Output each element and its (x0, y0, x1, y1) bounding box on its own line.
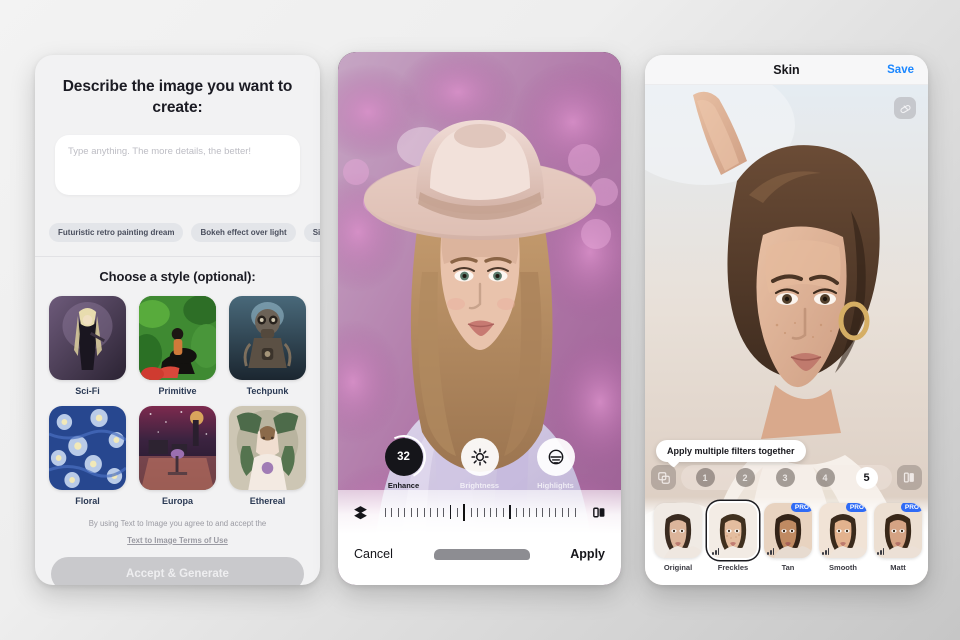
highlights-icon (548, 449, 563, 465)
layers-icon[interactable] (352, 504, 369, 521)
compare-icon (903, 472, 914, 483)
suggestion-chip[interactable]: Si (303, 222, 320, 242)
intensity-steps: 1 2 3 4 5 (681, 465, 892, 490)
style-section-title: Choose a style (optional): (99, 268, 256, 284)
style-option-primitive[interactable]: Primitive (139, 295, 216, 396)
filter-label: Freckles (717, 563, 749, 572)
terms-block: By using Text to Image you agree to and … (35, 518, 320, 548)
style-thumbnail-techpunk (229, 295, 306, 380)
pro-badge: PRO (900, 503, 922, 512)
style-thumbnail-ethereal (229, 405, 306, 490)
accept-and-generate-button[interactable]: Accept & Generate (51, 556, 304, 585)
save-button[interactable]: Save (887, 64, 914, 76)
style-label: Floral (75, 495, 100, 506)
style-label: Europa (161, 495, 193, 506)
filter-option-smooth[interactable]: PRO Smooth (819, 503, 867, 572)
text-to-image-panel: Describe the image you want to create: T… (35, 55, 320, 585)
tool-label: Highlights (537, 481, 574, 490)
filter-option-original[interactable]: Original (654, 503, 702, 572)
slider-row (338, 490, 621, 534)
filter-option-matt[interactable]: PRO Matt (874, 503, 922, 572)
style-picker: Choose a style (optional): Sci-Fi Primit… (35, 257, 320, 506)
style-option-sci-fi[interactable]: Sci-Fi (49, 295, 126, 396)
intensity-step-1[interactable]: 1 (695, 468, 715, 487)
enhance-dial[interactable]: 32 (375, 429, 432, 485)
highlights-button[interactable] (536, 438, 575, 476)
style-grid: Sci-Fi Primitive Techpunk Floral Europa … (49, 295, 306, 506)
filter-option-tan[interactable]: PRO Tan (764, 503, 812, 572)
filter-thumbnail: PRO (819, 503, 867, 558)
style-thumbnail-floral (49, 405, 126, 490)
style-thumbnail-europa (139, 405, 216, 490)
editor-bottom-sheet: Cancel Apply (338, 490, 621, 585)
filter-thumbnail: PRO (764, 503, 812, 558)
intensity-step-5[interactable]: 5 (855, 466, 878, 489)
terms-of-use-link[interactable]: Text to Image Terms of Use (127, 536, 228, 545)
style-label: Techpunk (246, 385, 289, 396)
compare-button[interactable] (897, 465, 922, 490)
dial-progress-ring (375, 429, 432, 485)
cancel-button[interactable]: Cancel (354, 547, 393, 561)
suggestion-chip[interactable]: Futuristic retro painting dream (49, 222, 184, 242)
intensity-bars-icon (877, 548, 885, 555)
style-label: Sci-Fi (75, 385, 100, 396)
pro-badge: PRO (790, 503, 812, 512)
skin-header: Skin Save (645, 55, 928, 85)
apply-button[interactable]: Apply (570, 547, 605, 561)
home-indicator (433, 548, 530, 560)
pro-badge: PRO (845, 503, 867, 512)
editor-tool-row: 32 Enhance Brightness Highlights (338, 429, 621, 490)
intensity-step-2[interactable]: 2 (735, 468, 755, 487)
filter-thumbnail: PRO (874, 503, 922, 558)
stack-filters-button[interactable] (651, 465, 676, 490)
photo-editor-panel: 32 Enhance Brightness Highlights Cancel … (338, 52, 621, 585)
terms-text: By using Text to Image you agree to and … (88, 518, 267, 528)
filters-tooltip: Apply multiple filters together (656, 440, 806, 462)
filter-label: Matt (890, 563, 906, 572)
filter-label: Smooth (829, 563, 857, 572)
intensity-bars-icon (767, 548, 775, 555)
style-option-europa[interactable]: Europa (139, 405, 216, 506)
brightness-button[interactable] (460, 438, 499, 476)
filter-strip: Original Freckles PRO Tan PRO Smooth PRO… (645, 497, 928, 585)
style-label: Ethereal (249, 495, 286, 506)
style-thumbnail-sci-fi (49, 295, 126, 380)
tool-label: Enhance (387, 481, 420, 490)
tool-brightness[interactable]: Brightness (452, 438, 508, 490)
compare-icon[interactable] (592, 504, 607, 521)
style-option-techpunk[interactable]: Techpunk (229, 295, 306, 396)
style-option-ethereal[interactable]: Ethereal (229, 405, 306, 506)
filter-thumbnail (709, 503, 757, 558)
intensity-step-3[interactable]: 3 (775, 468, 795, 487)
eraser-button[interactable] (894, 97, 916, 119)
skin-filter-panel: Skin Save Apply multiple filters togethe… (645, 55, 928, 585)
suggestion-chip[interactable]: Bokeh effect over light (191, 222, 296, 242)
style-option-floral[interactable]: Floral (49, 405, 126, 506)
filter-thumbnail (654, 503, 702, 558)
intensity-slider[interactable] (379, 503, 582, 521)
page-title: Skin (773, 62, 800, 77)
sun-icon (470, 448, 489, 466)
intensity-step-4[interactable]: 4 (815, 468, 835, 487)
describe-header: Describe the image you want to create: T… (35, 55, 320, 209)
prompt-input[interactable]: Type anything. The more details, the bet… (55, 134, 300, 195)
intensity-bars-icon (822, 548, 830, 555)
screenshot-stage: Describe the image you want to create: T… (0, 0, 960, 640)
tool-enhance[interactable]: 32 Enhance (375, 429, 432, 490)
eraser-icon (899, 104, 911, 113)
tool-highlights[interactable]: Highlights (528, 438, 584, 490)
style-thumbnail-primitive (139, 295, 216, 380)
style-label: Primitive (158, 385, 197, 396)
filter-option-freckles[interactable]: Freckles (709, 503, 757, 572)
tool-label: Brightness (459, 481, 500, 490)
intensity-control-row: 1 2 3 4 5 (645, 465, 928, 490)
page-title: Describe the image you want to create: (62, 78, 293, 116)
intensity-bars-icon (712, 548, 720, 555)
filter-label: Tan (781, 563, 795, 572)
filter-label: Original (663, 563, 693, 572)
suggestion-chip-list: Futuristic retro painting dream Bokeh ef… (35, 222, 320, 242)
editor-action-row: Cancel Apply (338, 534, 621, 574)
stack-icon (657, 471, 670, 484)
